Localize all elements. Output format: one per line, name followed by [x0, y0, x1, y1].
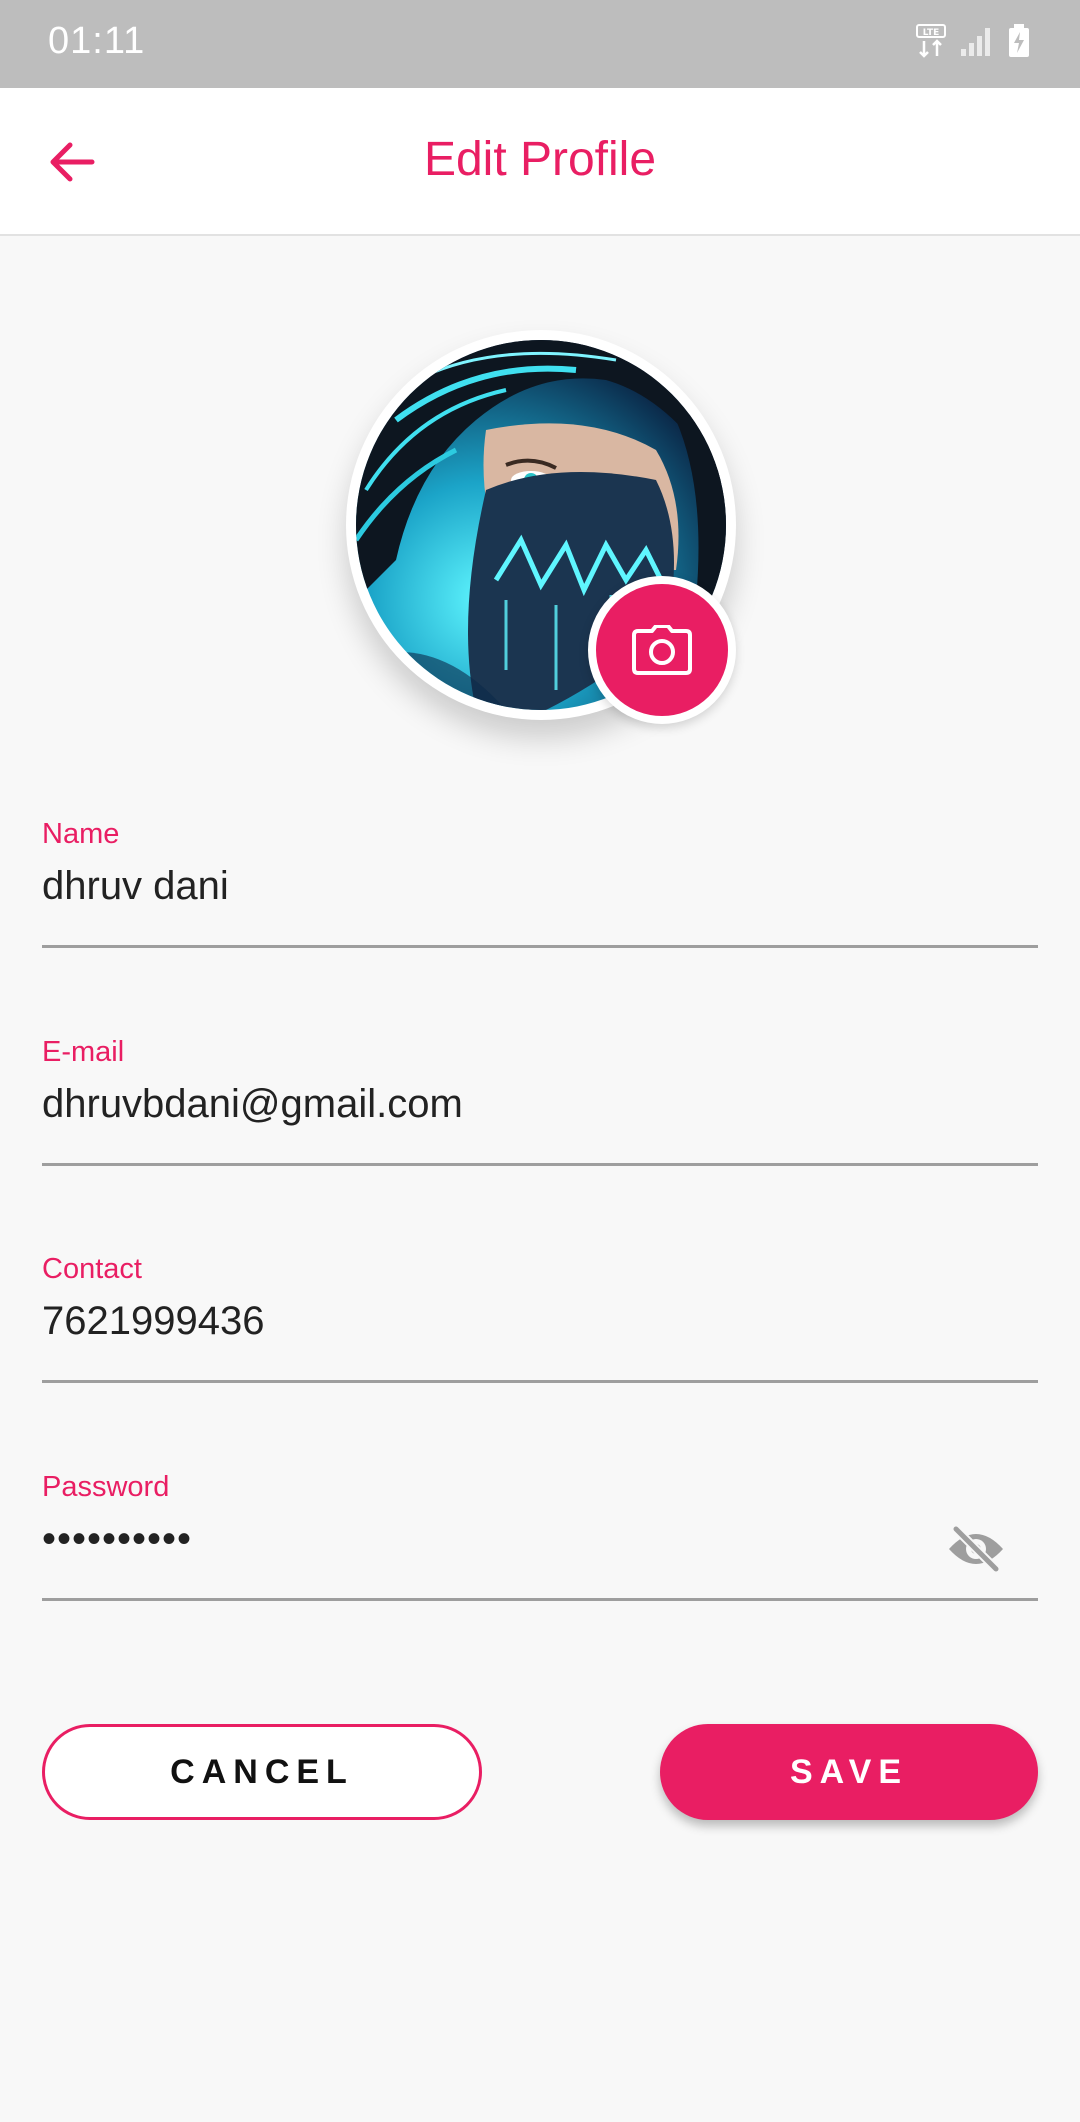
battery-icon	[1008, 24, 1030, 63]
name-field[interactable]: Name dhruv dani	[42, 818, 1038, 948]
password-label: Password	[42, 1471, 170, 1503]
email-input[interactable]: dhruvbdani@gmail.com	[42, 1082, 463, 1127]
lte-label: LTE	[923, 28, 940, 38]
toggle-password-visibility-button[interactable]	[944, 1521, 1008, 1577]
email-field[interactable]: E-mail dhruvbdani@gmail.com	[42, 1036, 1038, 1166]
contact-label: Contact	[42, 1253, 142, 1285]
save-button[interactable]: SAVE	[660, 1724, 1038, 1820]
email-underline	[42, 1163, 1038, 1166]
cancel-button[interactable]: CANCEL	[42, 1724, 482, 1820]
contact-underline	[42, 1380, 1038, 1383]
email-label: E-mail	[42, 1036, 125, 1068]
password-underline	[42, 1598, 1038, 1601]
password-field[interactable]: Password ••••••••••	[42, 1471, 1038, 1601]
page-title: Edit Profile	[423, 133, 657, 186]
name-label: Name	[42, 818, 120, 850]
status-icons: LTE	[916, 24, 1030, 63]
name-underline	[42, 945, 1038, 948]
camera-icon	[632, 625, 692, 675]
password-input[interactable]: ••••••••••	[42, 1517, 192, 1562]
status-time: 01:11	[48, 20, 146, 62]
name-input[interactable]: dhruv dani	[42, 864, 229, 909]
signal-icon	[960, 25, 994, 62]
status-bar: 01:11 LTE	[0, 0, 1080, 88]
app-bar: Edit Profile	[0, 88, 1080, 236]
eye-off-icon	[949, 1525, 1003, 1573]
contact-input[interactable]: 7621999436	[42, 1299, 264, 1344]
lte-icon: LTE	[916, 24, 946, 63]
change-photo-button[interactable]	[588, 576, 736, 724]
contact-field[interactable]: Contact 7621999436	[42, 1253, 1038, 1383]
